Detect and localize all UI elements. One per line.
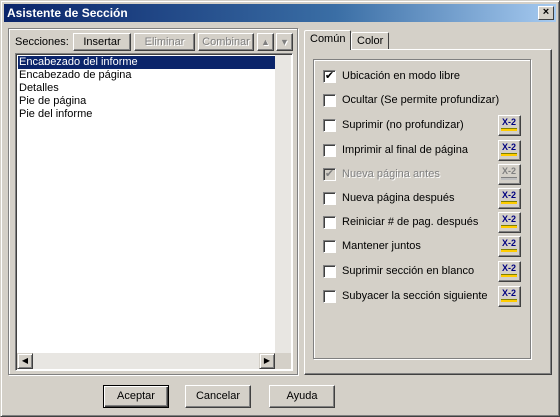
list-item[interactable]: Detalles bbox=[18, 82, 276, 95]
section-expert-dialog: Asistente de Sección × Secciones: Insert… bbox=[0, 0, 560, 417]
formula-editor-icon: X-2 bbox=[501, 289, 517, 304]
options-frame: ✔ Ubicación en modo libre Ocultar (Se pe… bbox=[313, 59, 531, 359]
scroll-left-icon: ◀ bbox=[21, 356, 29, 365]
print-bottom-label: Imprimir al final de página bbox=[342, 144, 468, 156]
check-icon: ✔ bbox=[324, 168, 335, 180]
tab-color[interactable]: Color bbox=[351, 32, 390, 49]
reset-page-checkbox[interactable] bbox=[323, 216, 336, 229]
hide-label: Ocultar (Se permite profundizar) bbox=[342, 94, 500, 106]
option-hide: Ocultar (Se permite profundizar) bbox=[323, 90, 541, 112]
option-reset-page: Reiniciar # de pag. después X-2 bbox=[323, 212, 541, 234]
common-tab-panel: ✔ Ubicación en modo libre Ocultar (Se pe… bbox=[304, 49, 552, 375]
formula-editor-icon: X-2 bbox=[501, 264, 517, 279]
check-icon: ✔ bbox=[324, 70, 335, 82]
tab-label: Común bbox=[310, 33, 346, 45]
list-item-label: Pie del informe bbox=[19, 108, 93, 120]
scroll-right-icon: ▶ bbox=[263, 356, 271, 365]
formula-editor-icon: X-2 bbox=[501, 215, 517, 230]
list-item-label: Encabezado del informe bbox=[19, 56, 138, 68]
new-page-after-checkbox[interactable] bbox=[323, 192, 336, 205]
suppress-checkbox[interactable] bbox=[323, 119, 336, 132]
option-print-bottom: Imprimir al final de página X-2 bbox=[323, 140, 541, 162]
scroll-left-button[interactable]: ◀ bbox=[17, 353, 33, 369]
ok-button-label: Aceptar bbox=[117, 390, 155, 402]
sections-group: Secciones: Insertar Eliminar Combinar ▲ … bbox=[8, 28, 298, 375]
free-form-label: Ubicación en modo libre bbox=[342, 70, 461, 82]
suppress-blank-formula-button[interactable]: X-2 bbox=[498, 261, 521, 282]
keep-together-formula-button[interactable]: X-2 bbox=[498, 236, 521, 257]
option-keep-together: Mantener juntos X-2 bbox=[323, 236, 541, 258]
arrow-up-icon: ▲ bbox=[261, 37, 270, 47]
sections-label: Secciones: bbox=[15, 36, 69, 48]
formula-editor-icon: X-2 bbox=[501, 118, 517, 133]
tab-label: Color bbox=[357, 35, 384, 47]
horizontal-scrollbar[interactable]: ◀ ▶ bbox=[17, 353, 275, 369]
list-item-label: Detalles bbox=[19, 82, 59, 94]
list-item-label: Pie de página bbox=[19, 95, 87, 107]
delete-button-label: Eliminar bbox=[144, 36, 185, 48]
suppress-blank-label: Suprimir sección en blanco bbox=[342, 265, 475, 277]
option-new-page-after: Nueva página después X-2 bbox=[323, 188, 541, 210]
arrow-down-icon: ▼ bbox=[280, 37, 289, 47]
suppress-label: Suprimir (no profundizar) bbox=[342, 119, 464, 131]
combine-button-label: Combinar bbox=[202, 36, 250, 48]
underlay-formula-button[interactable]: X-2 bbox=[498, 286, 521, 307]
suppress-formula-button[interactable]: X-2 bbox=[498, 115, 521, 136]
print-bottom-checkbox[interactable] bbox=[323, 144, 336, 157]
free-form-checkbox[interactable]: ✔ bbox=[323, 70, 336, 83]
close-button[interactable]: × bbox=[538, 6, 554, 20]
ok-button[interactable]: Aceptar bbox=[103, 385, 169, 408]
keep-together-checkbox[interactable] bbox=[323, 240, 336, 253]
option-suppress: Suprimir (no profundizar) X-2 bbox=[323, 115, 541, 137]
tab-comun[interactable]: Común bbox=[304, 30, 352, 50]
new-page-after-formula-button[interactable]: X-2 bbox=[498, 188, 521, 209]
vertical-scrollbar[interactable] bbox=[275, 55, 291, 353]
new-page-before-formula-button[interactable]: X-2 bbox=[498, 164, 521, 185]
list-item-label: Encabezado de página bbox=[19, 69, 132, 81]
formula-editor-icon: X-2 bbox=[501, 191, 517, 206]
underlay-label: Subyacer la sección siguiente bbox=[342, 290, 488, 302]
option-underlay: Subyacer la sección siguiente X-2 bbox=[323, 286, 541, 308]
delete-button[interactable]: Eliminar bbox=[134, 33, 195, 51]
suppress-blank-checkbox[interactable] bbox=[323, 265, 336, 278]
combine-button[interactable]: Combinar bbox=[198, 33, 254, 51]
option-free-form: ✔ Ubicación en modo libre bbox=[323, 66, 541, 88]
keep-together-label: Mantener juntos bbox=[342, 240, 421, 252]
insert-button[interactable]: Insertar bbox=[73, 33, 131, 51]
title-bar: Asistente de Sección × bbox=[4, 4, 556, 22]
help-button[interactable]: Ayuda bbox=[269, 385, 335, 408]
help-button-label: Ayuda bbox=[286, 390, 318, 402]
formula-editor-icon: X-2 bbox=[501, 143, 517, 158]
reset-page-formula-button[interactable]: X-2 bbox=[498, 212, 521, 233]
formula-editor-icon: X-2 bbox=[501, 239, 517, 254]
close-icon: × bbox=[542, 6, 550, 18]
reset-page-label: Reiniciar # de pag. después bbox=[342, 216, 479, 228]
formula-editor-icon: X-2 bbox=[501, 167, 517, 182]
cancel-button[interactable]: Cancelar bbox=[185, 385, 251, 408]
new-page-after-label: Nueva página después bbox=[342, 192, 455, 204]
scroll-right-button[interactable]: ▶ bbox=[259, 353, 275, 369]
option-suppress-blank: Suprimir sección en blanco X-2 bbox=[323, 261, 541, 283]
cancel-button-label: Cancelar bbox=[195, 390, 241, 402]
list-item[interactable]: Pie de página bbox=[18, 95, 276, 108]
move-down-button[interactable]: ▼ bbox=[276, 33, 293, 51]
option-new-page-before: ✔ Nueva página antes X-2 bbox=[323, 164, 541, 186]
window-title: Asistente de Sección bbox=[7, 6, 128, 20]
insert-button-label: Insertar bbox=[83, 36, 121, 48]
scrollbar-corner bbox=[275, 353, 291, 369]
print-bottom-formula-button[interactable]: X-2 bbox=[498, 140, 521, 161]
list-item[interactable]: Encabezado de página bbox=[18, 69, 276, 82]
underlay-checkbox[interactable] bbox=[323, 290, 336, 303]
new-page-before-checkbox[interactable]: ✔ bbox=[323, 168, 336, 181]
new-page-before-label: Nueva página antes bbox=[342, 168, 440, 180]
sections-list[interactable]: Encabezado del informe Encabezado de pág… bbox=[15, 53, 293, 371]
list-item[interactable]: Encabezado del informe bbox=[18, 56, 276, 69]
list-item[interactable]: Pie del informe bbox=[18, 108, 276, 121]
move-up-button[interactable]: ▲ bbox=[257, 33, 274, 51]
hide-checkbox[interactable] bbox=[323, 94, 336, 107]
